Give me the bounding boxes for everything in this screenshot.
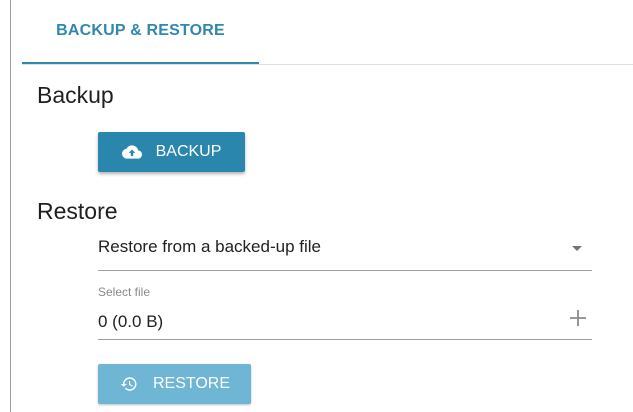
- frame-border: [10, 0, 11, 412]
- select-file-label: Select file: [98, 285, 151, 299]
- history-icon: [119, 374, 139, 394]
- restore-source-value: Restore from a backed-up file: [98, 237, 321, 256]
- restore-section-title: Restore: [37, 198, 118, 224]
- tab-backup-restore[interactable]: BACKUP & RESTORE: [22, 0, 259, 64]
- select-file-value: 0 (0.0 B): [98, 312, 164, 331]
- cloud-upload-icon: [121, 142, 142, 162]
- restore-button[interactable]: RESTORE: [98, 364, 251, 404]
- backup-button-label: BACKUP: [155, 143, 222, 160]
- plus-icon[interactable]: [568, 308, 588, 328]
- dropdown-arrow-icon: [572, 246, 582, 251]
- restore-button-label: RESTORE: [152, 375, 231, 392]
- backup-button[interactable]: BACKUP: [98, 132, 245, 172]
- restore-source-select[interactable]: Restore from a backed-up file: [98, 224, 592, 271]
- select-file-field[interactable]: Select file 0 (0.0 B): [98, 280, 592, 340]
- tab-bar: BACKUP & RESTORE: [22, 0, 633, 65]
- backup-section-title: Backup: [37, 82, 114, 108]
